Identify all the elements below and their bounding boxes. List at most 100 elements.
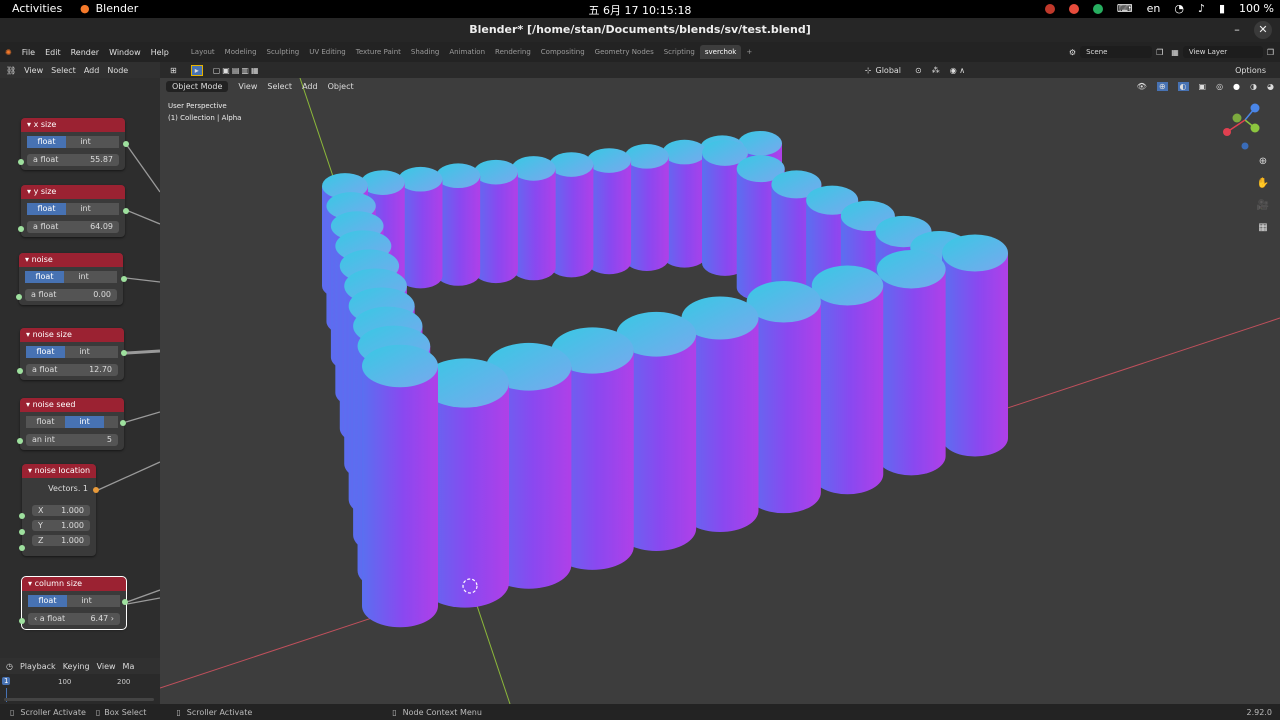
pan-hand-icon[interactable]: ✋	[1254, 178, 1272, 194]
value-field[interactable]: a float 12.70	[26, 364, 118, 376]
tab-scripting[interactable]: Scripting	[659, 45, 700, 59]
input-socket[interactable]	[19, 529, 25, 535]
view-layer-icon[interactable]: ▦	[1171, 48, 1179, 57]
3d-viewport[interactable]	[160, 78, 1280, 704]
xray-toggle-icon[interactable]: ▣	[1199, 82, 1207, 91]
input-socket[interactable]	[18, 159, 24, 165]
mode-float-button[interactable]: float	[27, 203, 66, 215]
tab-layout[interactable]: Layout	[186, 45, 220, 59]
new-view-layer-icon[interactable]: ❐	[1267, 48, 1274, 57]
tab-compositing[interactable]: Compositing	[536, 45, 590, 59]
settings-icon[interactable]	[104, 346, 118, 358]
node-noise-size[interactable]: ▾ noise size float int a float 12.70	[20, 328, 124, 380]
menu-edit[interactable]: Edit	[40, 48, 66, 57]
battery-icon[interactable]: ▮	[1219, 2, 1225, 15]
input-socket[interactable]	[19, 618, 25, 624]
minimize-icon[interactable]: –	[1228, 21, 1246, 39]
vector-z-field[interactable]: Z 1.000	[32, 535, 90, 546]
node-header[interactable]: ▾ noise seed	[20, 398, 124, 412]
output-socket[interactable]	[122, 599, 128, 605]
keyboard-icon[interactable]: ⌨	[1117, 2, 1133, 15]
mode-int-button[interactable]: int	[67, 595, 106, 607]
wifi-icon[interactable]: ◔	[1174, 2, 1184, 15]
wechat-indicator-icon[interactable]	[1092, 3, 1103, 14]
options-dropdown[interactable]: Options	[1235, 66, 1266, 75]
value-field[interactable]: a float 64.09	[27, 221, 119, 233]
new-scene-icon[interactable]: ❐	[1156, 48, 1163, 57]
node-noise-seed[interactable]: ▾ noise seed float int an int 5	[20, 398, 124, 450]
vector-x-field[interactable]: X 1.000	[32, 505, 90, 516]
shading-rendered-icon[interactable]: ◕	[1267, 82, 1274, 91]
value-field[interactable]: a float 0.00	[25, 289, 117, 301]
value-field[interactable]: an int 5	[26, 434, 118, 446]
snap-icon[interactable]: ⁂	[932, 66, 940, 75]
tab-texture-paint[interactable]: Texture Paint	[351, 45, 406, 59]
gizmo-toggle-icon[interactable]: ⊕	[1156, 81, 1168, 91]
settings-icon[interactable]	[103, 271, 117, 283]
tab-uv-editing[interactable]: UV Editing	[304, 45, 351, 59]
mode-int-button[interactable]: int	[65, 346, 104, 358]
language-indicator[interactable]: en	[1147, 2, 1161, 15]
node-x-size[interactable]: ▾ x size float int a float 55.87	[21, 118, 125, 170]
timeline-menu-marker[interactable]: Ma	[123, 662, 135, 671]
current-frame-marker[interactable]: 1	[2, 677, 11, 685]
close-icon[interactable]: ✕	[1254, 21, 1272, 39]
grid-ortho-icon[interactable]: ▦	[1254, 222, 1272, 238]
settings-icon[interactable]	[104, 416, 118, 428]
system-tray[interactable]: ⌨ en ◔ ♪ ▮ 100 %	[1044, 2, 1274, 15]
node-column-size[interactable]: ▾ column size float int ‹ a float 6.47 ›	[21, 576, 127, 630]
tab-animation[interactable]: Animation	[444, 45, 490, 59]
node-menu-view[interactable]: View	[24, 66, 43, 75]
tab-modeling[interactable]: Modeling	[220, 45, 262, 59]
output-socket[interactable]	[123, 141, 129, 147]
timeline-menu-keying[interactable]: Keying	[63, 662, 90, 671]
add-workspace-icon[interactable]: +	[741, 45, 757, 59]
tab-sculpting[interactable]: Sculpting	[262, 45, 305, 59]
settings-icon[interactable]	[105, 136, 119, 148]
output-socket[interactable]	[120, 420, 126, 426]
select-mode-icons[interactable]: ▢▣▤▥▦	[213, 66, 261, 75]
menu-help[interactable]: Help	[146, 48, 174, 57]
chrome-indicator-icon[interactable]	[1068, 3, 1079, 14]
viewport-menu-view[interactable]: View	[238, 82, 257, 91]
mode-float-button[interactable]: float	[25, 271, 64, 283]
input-socket[interactable]	[19, 545, 25, 551]
overlay-toggle-icon[interactable]: ◐	[1177, 81, 1189, 91]
navigation-gizmo[interactable]	[1215, 100, 1275, 160]
object-mode-dropdown[interactable]: Object Mode	[166, 80, 229, 92]
select-tool-icon[interactable]: ▸	[190, 64, 203, 76]
menu-window[interactable]: Window	[104, 48, 146, 57]
tab-sverchok[interactable]: sverchok	[699, 45, 742, 59]
tab-shading[interactable]: Shading	[406, 45, 444, 59]
tab-rendering[interactable]: Rendering	[490, 45, 536, 59]
shading-solid-icon[interactable]: ●	[1233, 82, 1240, 91]
mode-int-button[interactable]: int	[66, 203, 105, 215]
tab-geometry-nodes[interactable]: Geometry Nodes	[590, 45, 659, 59]
orientation-dropdown[interactable]: Global	[876, 66, 902, 75]
shading-material-icon[interactable]: ◑	[1250, 82, 1257, 91]
menu-render[interactable]: Render	[66, 48, 104, 57]
input-socket[interactable]	[16, 294, 22, 300]
value-field[interactable]: a float 55.87	[27, 154, 119, 166]
output-socket[interactable]	[121, 276, 127, 282]
shading-wireframe-icon[interactable]: ◎	[1216, 82, 1223, 91]
input-socket[interactable]	[19, 513, 25, 519]
node-menu-add[interactable]: Add	[84, 66, 100, 75]
mode-int-button[interactable]: int	[66, 136, 105, 148]
blender-menu-icon[interactable]: ✺	[0, 48, 17, 57]
app-menu[interactable]: ● Blender	[80, 2, 138, 15]
input-socket[interactable]	[18, 226, 24, 232]
visibility-icon[interactable]: 👁	[1137, 82, 1147, 91]
scene-icon[interactable]: ⚙	[1069, 48, 1076, 57]
node-header[interactable]: ▾ x size	[21, 118, 125, 132]
camera-icon[interactable]: 🎥	[1254, 200, 1272, 216]
settings-icon[interactable]	[106, 595, 120, 607]
mode-float-button[interactable]: float	[26, 346, 65, 358]
scene-field[interactable]: Scene	[1080, 46, 1153, 58]
viewport-editor-icon[interactable]: ⊞	[170, 66, 177, 75]
mode-float-button[interactable]: float	[28, 595, 67, 607]
app-indicator-icon[interactable]	[1044, 3, 1055, 14]
settings-icon[interactable]	[105, 203, 119, 215]
mode-int-button[interactable]: int	[64, 271, 103, 283]
value-field[interactable]: ‹ a float 6.47 ›	[28, 613, 120, 625]
